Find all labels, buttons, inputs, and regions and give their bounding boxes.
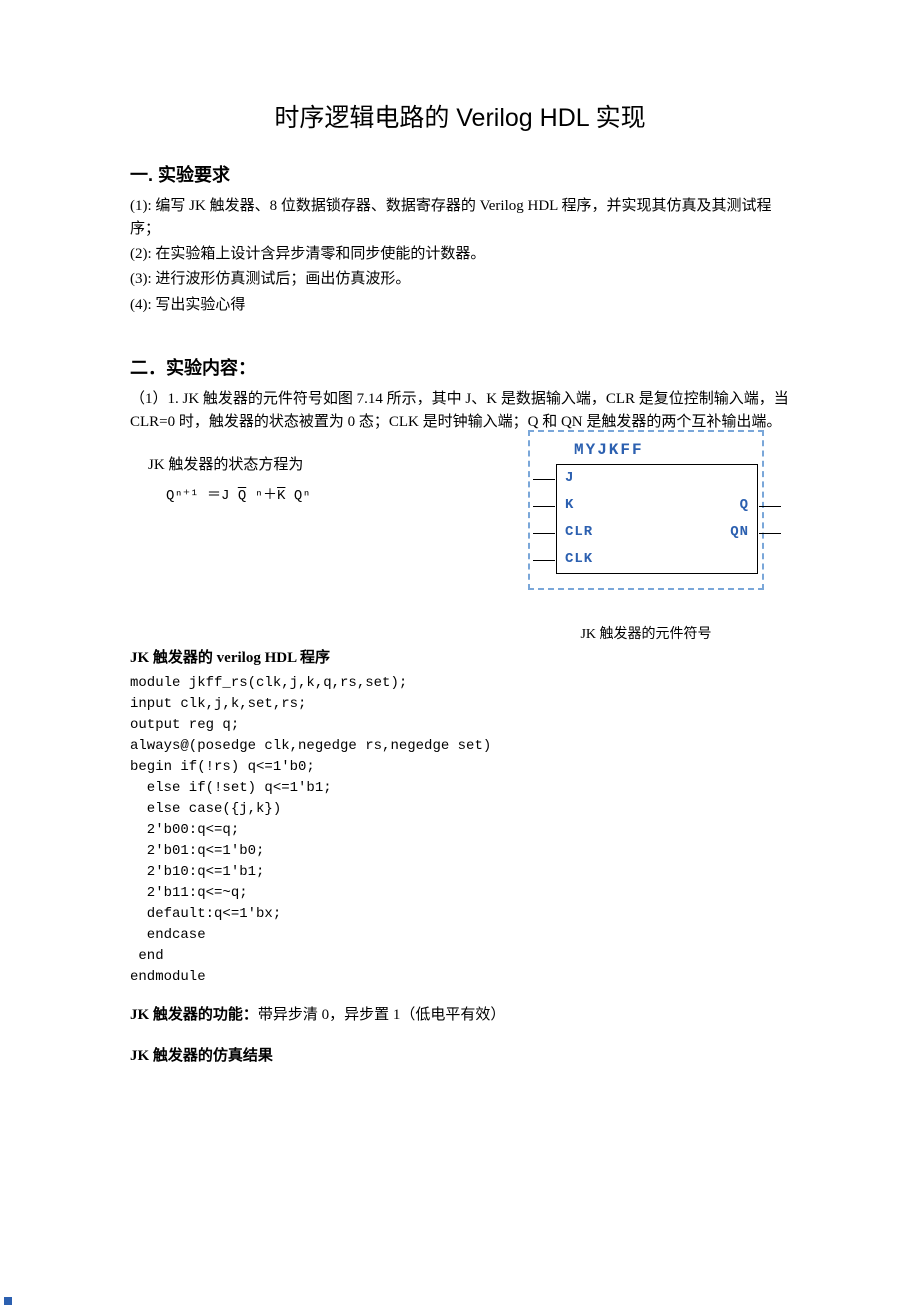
pin-qn-label: QN <box>730 522 749 543</box>
code-line: output reg q; <box>130 715 790 736</box>
symbol-title: MYJKFF <box>534 436 758 464</box>
code-line: always@(posedge clk,negedge rs,negedge s… <box>130 736 790 757</box>
eq-mid2: Qⁿ <box>285 488 310 504</box>
code-line: 2'b01:q<=1'b0; <box>130 841 790 862</box>
req-item-3: (3): 进行波形仿真测试后；画出仿真波形。 <box>130 268 790 291</box>
req-item-2: (2): 在实验箱上设计含异步清零和同步使能的计数器。 <box>130 243 790 266</box>
function-paragraph: JK 触发器的功能：带异步清 0，异步置 1（低电平有效） <box>130 1004 790 1027</box>
symbol-pin-clk: CLK <box>557 546 757 573</box>
code-line: input clk,j,k,set,rs; <box>130 694 790 715</box>
code-line: module jkff_rs(clk,j,k,q,rs,set); <box>130 673 790 694</box>
pin-k-label: K <box>565 495 574 516</box>
pin-clr-label: CLR <box>565 522 593 543</box>
function-heading: JK 触发器的功能： <box>130 1007 258 1023</box>
code-line: 2'b10:q<=1'b1; <box>130 862 790 883</box>
component-symbol-box: MYJKFF J K Q CLR QN CLK <box>528 430 764 590</box>
code-line: endmodule <box>130 967 790 988</box>
symbol-caption: JK 触发器的元件符号 <box>502 624 790 645</box>
equation-and-symbol-row: JK 触发器的状态方程为 Qⁿ⁺¹ ＝J Q ⁿ＋K Qⁿ MYJKFF J K… <box>130 436 790 645</box>
pin-q-label: Q <box>740 495 749 516</box>
section-1-heading: 一. 实验要求 <box>130 162 790 189</box>
code-line: endcase <box>130 925 790 946</box>
req-item-1: (1): 编写 JK 触发器、8 位数据锁存器、数据寄存器的 Verilog H… <box>130 195 790 242</box>
eq-mid1: ⁿ＋ <box>246 488 277 504</box>
code-line: begin if(!rs) q<=1'b0; <box>130 757 790 778</box>
function-text: 带异步清 0，异步置 1（低电平有效） <box>258 1007 506 1023</box>
symbol-pin-k-q: K Q <box>557 492 757 519</box>
doc-title: 时序逻辑电路的 Verilog HDL 实现 <box>130 100 790 138</box>
pin-clk-label: CLK <box>565 549 593 570</box>
symbol-body: J K Q CLR QN CLK <box>556 464 758 574</box>
symbol-pin-clr-qn: CLR QN <box>557 519 757 546</box>
code-heading: JK 触发器的 verilog HDL 程序 <box>130 647 790 670</box>
symbol-pin-j: J <box>557 465 757 492</box>
state-equation-label: JK 触发器的状态方程为 <box>148 454 482 477</box>
state-equation: Qⁿ⁺¹ ＝J Q ⁿ＋K Qⁿ <box>148 486 482 507</box>
state-equation-block: JK 触发器的状态方程为 Qⁿ⁺¹ ＝J Q ⁿ＋K Qⁿ <box>148 454 482 506</box>
section-2-heading: 二．实验内容： <box>130 355 790 382</box>
eq-qbar: Q <box>238 488 246 504</box>
code-line: end <box>130 946 790 967</box>
req-item-4: (4): 写出实验心得 <box>130 294 790 317</box>
pin-j-label: J <box>565 468 574 489</box>
document-page: 时序逻辑电路的 Verilog HDL 实现 一. 实验要求 (1): 编写 J… <box>0 0 920 1302</box>
code-line: default:q<=1'bx; <box>130 904 790 925</box>
code-line: else if(!set) q<=1'b1; <box>130 778 790 799</box>
section-2-intro: （1）1. JK 触发器的元件符号如图 7.14 所示，其中 J、K 是数据输入… <box>130 388 790 435</box>
eq-text-pre: Qⁿ⁺¹ ＝J <box>166 488 238 504</box>
code-line: 2'b00:q<=q; <box>130 820 790 841</box>
code-line: 2'b11:q<=~q; <box>130 883 790 904</box>
simulation-heading: JK 触发器的仿真结果 <box>130 1045 790 1068</box>
symbol-corner-marker <box>4 1297 12 1305</box>
verilog-code-block: module jkff_rs(clk,j,k,q,rs,set); input … <box>130 673 790 988</box>
code-line: else case({j,k}) <box>130 799 790 820</box>
